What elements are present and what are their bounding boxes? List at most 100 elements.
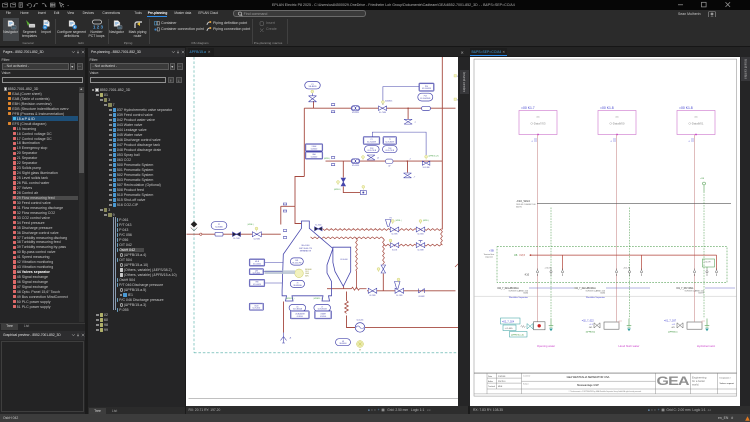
- svg-text:1 2 3: 1 2 3: [93, 25, 103, 30]
- svg-text:62-B500: 62-B500: [320, 315, 326, 317]
- svg-text:SL-T48: SL-T48: [391, 249, 396, 251]
- svg-text:(A): (A): [616, 115, 619, 118]
- svg-text:-T: -T: [413, 176, 416, 178]
- svg-text:+L1: +L1: [589, 323, 593, 325]
- svg-text:62-9-0620: 62-9-0620: [253, 263, 261, 265]
- svg-text:+3B: +3B: [489, 248, 494, 252]
- svg-text:-X10_WG3: -X10_WG3: [516, 199, 530, 203]
- svg-text:SL-T489: SL-T489: [396, 295, 402, 297]
- svg-text:62-9-B500B: 62-9-B500B: [317, 308, 327, 310]
- svg-text:GSP 30-06-770: GSP 30-06-770: [298, 247, 311, 249]
- svg-text:62-T484: 62-T484: [417, 233, 423, 235]
- svg-text:-B: -B: [377, 157, 380, 159]
- svg-text:-X10: -X10: [524, 273, 530, 276]
- svg-text:62-B400: 62-B400: [310, 148, 316, 150]
- svg-text:-W: -W: [388, 165, 391, 167]
- svg-text:62-9-B439: 62-9-B439: [367, 141, 376, 143]
- svg-text:PSCPL0: PSCPL0: [498, 380, 505, 382]
- svg-text:O-Data7/03: O-Data7/03: [531, 121, 546, 125]
- svg-text:+X10_PE: +X10_PE: [623, 267, 631, 269]
- svg-text:=00 K1.7: =00 K1.7: [521, 106, 535, 110]
- svg-text:62-9-B439/B: 62-9-B439/B: [420, 98, 431, 100]
- svg-text:-T: -T: [409, 158, 412, 160]
- svg-text:SE-L060,PW: SE-L060,PW: [292, 262, 302, 264]
- svg-text:62-4-065: 62-4-065: [356, 319, 363, 321]
- svg-text:62-B480/1: 62-B480/1: [385, 100, 392, 102]
- svg-text:=02_7_024: =02_7_024: [502, 320, 515, 323]
- svg-text:Engineering: Engineering: [692, 375, 707, 379]
- svg-text:62-9-0624: 62-9-0624: [252, 272, 259, 274]
- svg-text:(&PFB/15.a.6): (&PFB/15.a.6): [511, 334, 524, 336]
- svg-text:S: S: [457, 99, 458, 101]
- svg-text:62-9-0626: 62-9-0626: [253, 284, 261, 286]
- svg-text:SL-T480: SL-T480: [379, 112, 386, 114]
- svg-text:62-B500: 62-B500: [296, 315, 302, 317]
- svg-text:Editor: Editor: [488, 379, 493, 382]
- svg-text:Westfalia Separator: Westfalia Separator: [586, 296, 605, 299]
- svg-text:SE-4-060: SE-4-060: [301, 245, 309, 247]
- svg-text:304/4: 304/4: [600, 292, 605, 294]
- svg-text:62-4-060: 62-4-060: [340, 259, 347, 261]
- svg-text:62-B482: 62-B482: [418, 296, 424, 298]
- svg-text:=00 K1.8: =00 K1.8: [679, 106, 693, 110]
- svg-text:(&PFB/15...): (&PFB/15...): [286, 298, 295, 300]
- svg-text:+X10_PE: +X10_PE: [545, 267, 553, 269]
- svg-text:Hydrohermetic: Hydrohermetic: [697, 344, 716, 348]
- svg-text:Messeanlage GSP: Messeanlage GSP: [577, 383, 599, 387]
- svg-text:GEA: GEA: [657, 373, 690, 387]
- svg-text:-M1: -M1: [671, 327, 676, 329]
- svg-text:=01_7_037: =01_7_037: [664, 319, 677, 322]
- svg-text:1LV1: 1LV1: [305, 271, 309, 273]
- svg-text:62-9-PIL/B: 62-9-PIL/B: [385, 150, 394, 152]
- svg-text:-1: -1: [610, 141, 613, 143]
- svg-text:SE-M060A: SE-M060A: [293, 283, 302, 286]
- svg-text:U6: U6: [514, 253, 518, 257]
- svg-text:Westfalia Separator: Westfalia Separator: [509, 296, 528, 299]
- svg-text:(&PFB/...): (&PFB/...): [247, 224, 254, 226]
- svg-text:SE-M060: SE-M060: [339, 343, 346, 345]
- svg-text:SE-M060: SE-M060: [305, 269, 312, 271]
- svg-text:SE-B480: SE-B480: [308, 86, 317, 88]
- svg-text:M-B: M-B: [295, 260, 298, 262]
- svg-text:© The document is COPYRIGHTED: © The document is COPYRIGHTED by GEA Wes…: [569, 390, 642, 393]
- svg-text:+X10_PE: +X10_PE: [704, 261, 712, 263]
- svg-text:O-Data8/00: O-Data8/00: [610, 121, 625, 125]
- svg-text:(&PFB/15...): (&PFB/15...): [313, 298, 322, 300]
- svg-text:PS: PS: [389, 217, 391, 219]
- svg-text:300/75: 300/75: [516, 206, 522, 208]
- svg-text:304/4: 304/4: [523, 292, 528, 294]
- svg-text:62-9-0632: 62-9-0632: [252, 307, 260, 309]
- svg-text:(&PFB/1..): (&PFB/1..): [334, 189, 342, 191]
- svg-text:for a better: for a better: [692, 379, 705, 383]
- svg-text:Valves separat: Valves separat: [720, 382, 735, 385]
- svg-text:62-4-050: 62-4-050: [351, 165, 358, 167]
- svg-text:GEA WESTFALIA SEPARATOR USA: GEA WESTFALIA SEPARATOR USA: [567, 375, 610, 379]
- svg-text:QIB: QIB: [255, 270, 258, 272]
- svg-text:(&PFB/..): (&PFB/..): [324, 158, 331, 160]
- svg-text:SL-T060: SL-T060: [315, 224, 321, 226]
- svg-text:(&PFB...): (&PFB...): [395, 220, 402, 222]
- svg-text:62-B400: 62-B400: [310, 156, 316, 158]
- svg-text:(&PFB/15.a.9): (&PFB/15.a.9): [428, 155, 439, 157]
- svg-text:⌄: ⌄: [67, 2, 70, 7]
- svg-text:(&PFB/4.b): (&PFB/4.b): [668, 331, 678, 333]
- svg-text:-M1: -M1: [589, 327, 594, 329]
- svg-text:=00 K1.8: =00 K1.8: [600, 106, 614, 110]
- svg-text:-1: -1: [688, 141, 691, 143]
- svg-text:Date: Date: [488, 374, 492, 377]
- svg-text:62-9-PIL/B: 62-9-PIL/B: [367, 150, 376, 152]
- svg-text:-T: -T: [414, 122, 417, 124]
- svg-text:-1: -1: [531, 141, 534, 143]
- svg-text:62-T485: 62-T485: [391, 233, 397, 235]
- svg-text:SL-T486: SL-T486: [422, 167, 429, 169]
- svg-text:(A): (A): [537, 115, 540, 118]
- svg-text:Designation /: Designation /: [720, 376, 732, 379]
- svg-text:/ M,X: / M,X: [519, 253, 525, 257]
- svg-text:SL-T481: SL-T481: [233, 238, 240, 240]
- svg-text:(A): (A): [695, 115, 698, 118]
- svg-text:Opening water: Opening water: [537, 344, 555, 348]
- svg-text:Customer: Customer: [523, 374, 531, 377]
- svg-text:62-T488: 62-T488: [417, 249, 423, 251]
- svg-text:62-9-B439: 62-9-B439: [385, 141, 394, 143]
- svg-text:separator: separator: [485, 255, 493, 258]
